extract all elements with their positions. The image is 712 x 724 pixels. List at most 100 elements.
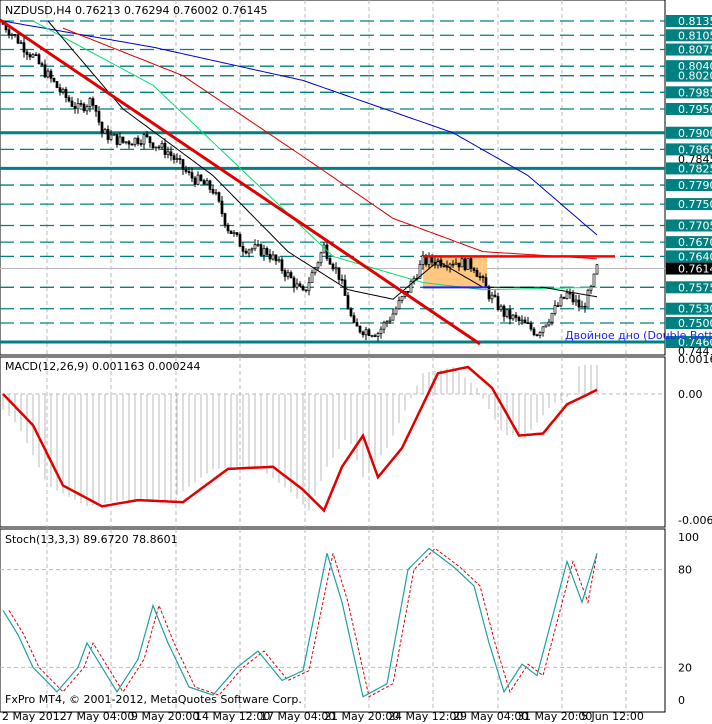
candle-body [394,308,398,315]
candle-body [298,283,302,287]
candle-body [151,142,155,149]
candle-body [118,136,122,145]
candle-body [292,277,296,288]
stoch-axis-label: 0 [678,694,685,707]
candle-body [508,309,512,320]
chart-window[interactable]: 2 May 2012 7 May 04:00 9 May 20:00 14 May 1… [0,0,712,724]
level-price-label: 0.77500 [678,198,712,211]
level-price-label: 0.79500 [678,103,712,116]
candle-body [376,333,380,337]
candle-body [361,331,365,336]
macd-axis-label: 0.00 [678,388,703,401]
candle-body [256,244,260,246]
candle-body [589,285,593,291]
time-axis-label: 5 Jun 12:00 [581,710,644,723]
candle-body [175,158,179,160]
level-price-label: 0.80750 [678,44,712,57]
candle-body [271,254,275,260]
candle-body [214,192,218,194]
candle-body [568,292,572,295]
candle-body [346,295,350,310]
candle-body [91,98,95,106]
candle-body [475,270,479,277]
candle-body [529,323,533,330]
candle-body [52,77,56,82]
level-price-label: 0.76700 [678,236,712,249]
time-axis-label: 9 May 20:00 [131,710,199,723]
candle-body [7,29,11,36]
candle-body [40,63,44,66]
candle-body [523,319,527,324]
candle-body [553,305,557,314]
candle-body [106,129,110,140]
price-chart[interactable]: 2 May 2012 7 May 04:009 May 20:0014 May 1… [0,0,712,724]
candle-body [262,248,266,256]
candle-body [55,81,59,89]
level-price-label: 0.77900 [678,179,712,192]
candle-body [493,294,497,297]
candle-body [241,246,245,252]
candle-body [463,258,467,270]
candle-body [337,267,341,280]
candle-body [226,224,230,232]
candle-body [571,293,575,303]
candle-body [199,174,203,181]
candle-body [397,300,401,310]
candle-body [400,296,404,301]
candle-body [259,244,263,256]
candle-body [115,133,119,145]
macd-axis-label: -0.00605 [678,514,712,527]
candle-body [79,103,83,105]
candle-body [490,294,494,300]
candle-body [295,283,299,288]
price-panel [0,0,666,356]
macd-signal-line [2,365,598,513]
candle-body [373,335,377,337]
candle-body [172,155,176,160]
candle-body [202,180,206,185]
candle-body [301,285,305,291]
candle-body [58,87,62,93]
candle-body [247,249,251,254]
candle-body [319,252,323,264]
candle-body [502,305,506,317]
candle-body [235,232,239,235]
candle-body [187,171,191,173]
candle-body [340,279,344,281]
candle-body [592,273,596,287]
candle-body [538,332,542,336]
candle-body [511,314,515,320]
candle-body [193,177,197,185]
candle-body [499,305,503,311]
candle-body [349,308,353,317]
candle-body [547,321,551,326]
candle-body [385,321,389,324]
candle-body [274,254,278,262]
candle-body [514,314,518,318]
candle-body [43,64,47,78]
candle-body [595,264,599,275]
candle-body [196,174,200,185]
candle-body [388,319,392,322]
candle-body [454,262,458,265]
candle-body [505,309,509,317]
candle-body [526,322,530,325]
candle-body [178,158,182,160]
candle-body [88,98,92,108]
chart-title: NZDUSD,H4 0.76213 0.76294 0.76002 0.7614… [5,4,267,17]
candle-body [67,97,71,102]
candle-body [268,253,272,260]
level-price-label: 0.79000 [678,127,712,140]
candle-body [379,328,383,334]
candle-body [406,291,410,293]
candle-body [367,329,371,336]
macd-axis-label: 0.00169 [678,353,712,366]
candle-body [580,305,584,308]
candle-body [61,88,65,93]
candle-body [19,42,23,44]
candle-body [64,88,68,98]
current-price-label: 0.76145 [678,263,712,276]
candle-body [157,146,161,149]
candle-body [466,258,470,270]
candle-body [184,169,188,172]
